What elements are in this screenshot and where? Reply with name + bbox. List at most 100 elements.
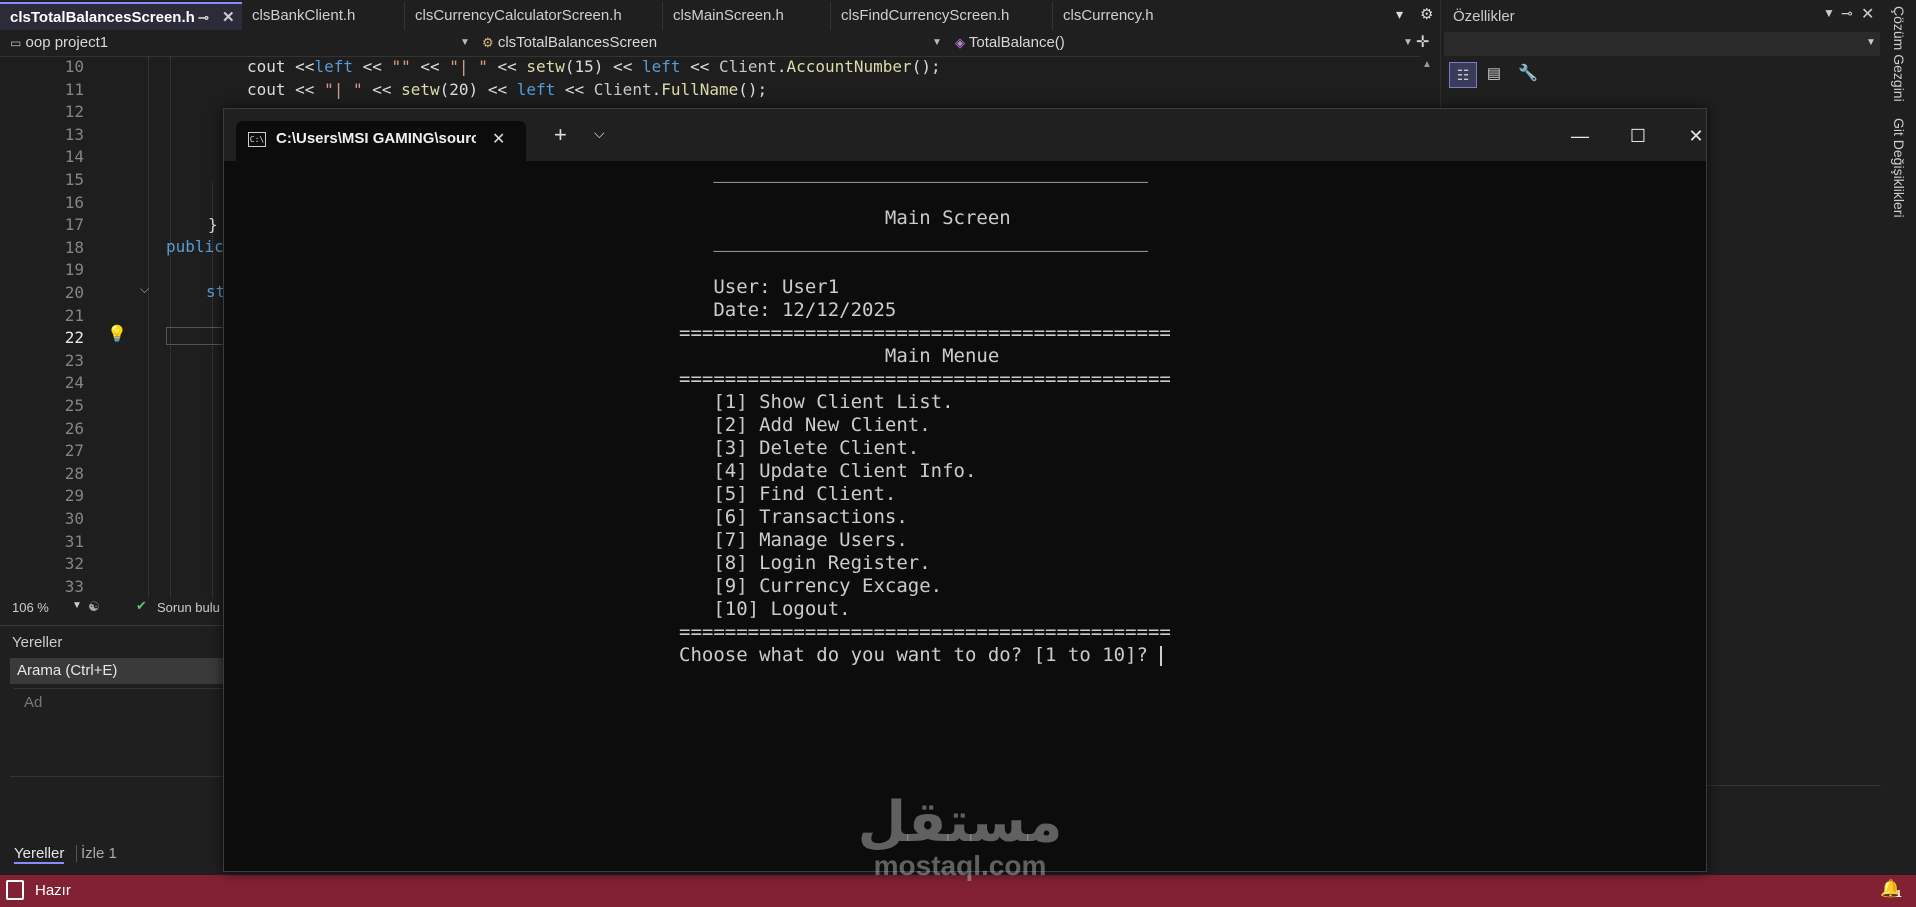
minimize-icon[interactable]: — [1560,123,1600,149]
window-close-icon[interactable]: ✕ [1676,123,1716,149]
maximize-icon[interactable]: ☐ [1618,123,1658,149]
zoom-level[interactable]: 106 % [12,600,49,615]
side-tool-strip: Çözüm Gezgini Git Değişiklikleri [1882,0,1916,875]
line-number: 25 [64,396,84,415]
terminal-line: [1] Show Client List. [679,391,954,413]
terminal-window[interactable]: C:\ C:\Users\MSI GAMING\source ✕ + ⌵ — ☐… [223,108,1707,872]
terminal-line: [5] Find Client. [679,483,897,505]
close-tab-icon[interactable]: ✕ [492,129,505,149]
new-tab-icon[interactable]: + [554,122,567,148]
tab-clstotalbalancesscreen[interactable]: clsTotalBalancesScreen.h ⊸ ✕ [0,2,242,30]
line-number: 11 [64,79,84,99]
line-number: 17 [64,215,84,235]
line-number: 23 [64,350,84,370]
code-line-10: cout <<left << "" << "| " << setw(15) <<… [247,57,941,76]
tab-clsmainscreen[interactable]: clsMainScreen.h [662,2,838,30]
tab-watch1[interactable]: İzle 1 [76,845,117,862]
project-icon: ▭ [10,36,22,50]
pin-icon[interactable]: ⊸ [1841,5,1853,22]
line-number: 20 [64,283,84,302]
line-number: 10 [64,57,84,76]
line-number: 22 [64,328,84,348]
tab-clscurrency[interactable]: clsCurrency.h [1052,2,1202,30]
member-label: TotalBalance() [968,34,1065,51]
scroll-up-icon[interactable]: ▲ [1422,59,1432,70]
line-number: 31 [64,531,84,551]
member-dropdown[interactable]: ◈ TotalBalance() ▼ [955,33,1415,53]
terminal-line: Main Menue [679,345,1000,367]
tab-list-dropdown-icon[interactable]: ▾ [1396,6,1403,23]
code-line-11: cout << "| " << setw(20) << left << Clie… [247,80,768,99]
watermark-logo: مستقل mostaql.com [840,790,1080,890]
tab-locals[interactable]: Yereller [14,845,65,864]
locals-search-input[interactable]: Arama (Ctrl+E) [10,658,225,684]
split-editor-icon[interactable]: ✛ [1416,33,1429,53]
code-line-18: public [166,237,224,256]
terminal-line: [7] Manage Users. [679,529,908,551]
line-number: 30 [64,509,84,528]
indent-guide [148,57,149,597]
line-number: 32 [64,554,84,574]
terminal-tab[interactable]: C:\ C:\Users\MSI GAMING\source ✕ [236,121,526,161]
categorized-icon[interactable]: ☷ [1449,62,1477,88]
editor-status-bar: 106 % ▼ ☯ ✔ Sorun bulu [0,597,230,619]
project-label: oop project1 [25,34,109,51]
chevron-down-icon[interactable]: ⌵ [594,125,605,142]
watermark-arabic: مستقل [857,790,1063,855]
terminal-title-bar[interactable]: C:\ C:\Users\MSI GAMING\source ✕ + ⌵ — ☐… [224,109,1706,161]
tab-label: clsTotalBalancesScreen.h [10,9,195,26]
terminal-line: [8] Login Register. [679,552,931,574]
project-dropdown[interactable]: ▭ oop project1 ▼ [10,33,470,53]
terminal-tab-title: C:\Users\MSI GAMING\source [276,130,476,147]
git-changes-tab[interactable]: Git Değişiklikleri [1891,118,1907,218]
close-icon[interactable]: ✕ [222,4,235,32]
class-label: clsTotalBalancesScreen [497,34,658,51]
line-number: 18 [64,237,84,257]
tab-label: clsBankClient.h [252,7,356,24]
line-number: 14 [64,147,84,167]
property-pages-icon[interactable]: ▤ [1481,62,1507,86]
line-number: 13 [64,124,84,144]
chevron-down-icon: ▼ [932,37,942,48]
chevron-down-icon: ▼ [1866,37,1876,48]
terminal-line: [3] Delete Client. [679,437,920,459]
collapse-chevron-icon[interactable]: ⌵ [140,282,149,297]
status-text: Hazır [35,882,71,899]
text-cursor [1159,646,1162,666]
terminal-line: User: User1 [679,276,840,298]
notification-count: 1 [1896,889,1902,900]
tab-label: clsMainScreen.h [673,7,784,24]
panel-dropdown-icon[interactable]: ▼ [1823,6,1835,20]
close-icon[interactable]: ✕ [1861,4,1874,24]
tab-label: clsCurrency.h [1063,7,1154,24]
divider [10,776,225,777]
terminal-line: ______________________________________ [679,161,1148,183]
line-number: 19 [64,260,84,280]
properties-object-selector[interactable]: ▼ [1444,32,1880,56]
line-number: 16 [64,192,84,212]
solution-explorer-tab[interactable]: Çözüm Gezgini [1891,6,1907,102]
gear-icon[interactable]: ⚙ [1420,5,1433,23]
class-dropdown[interactable]: ⚙ clsTotalBalancesScreen ▼ [482,33,942,53]
terminal-line: [9] Currency Excage. [679,575,943,597]
zoom-dropdown-icon[interactable]: ▼ [72,600,82,611]
output-icon[interactable] [6,880,24,900]
watermark-latin: mostaql.com [873,850,1047,881]
terminal-line: Date: 12/12/2025 [679,299,897,321]
wrench-icon[interactable]: 🔧 [1515,62,1541,86]
tab-clsfindcurrencyscreen[interactable]: clsFindCurrencyScreen.h [830,2,1056,30]
line-number: 28 [64,463,84,483]
terminal-output[interactable]: ______________________________________ M… [224,161,1706,871]
issues-status[interactable]: Sorun bulu [157,600,220,615]
tab-clscurrencycalculatorscreen[interactable]: clsCurrencyCalculatorScreen.h [404,2,664,30]
current-line-highlight [166,327,228,345]
check-circle-icon: ✔ [136,598,147,613]
divider [14,688,225,689]
terminal-line: [4] Update Client Info. [679,460,977,482]
copilot-icon[interactable]: ☯ [88,599,100,615]
chevron-down-icon: ▼ [1403,37,1413,48]
terminal-line: ========================================… [679,368,1171,390]
lightbulb-icon[interactable]: 💡 [107,324,127,344]
tab-clsbankclient[interactable]: clsBankClient.h [242,2,404,30]
pin-icon[interactable]: ⊸ [198,4,209,32]
